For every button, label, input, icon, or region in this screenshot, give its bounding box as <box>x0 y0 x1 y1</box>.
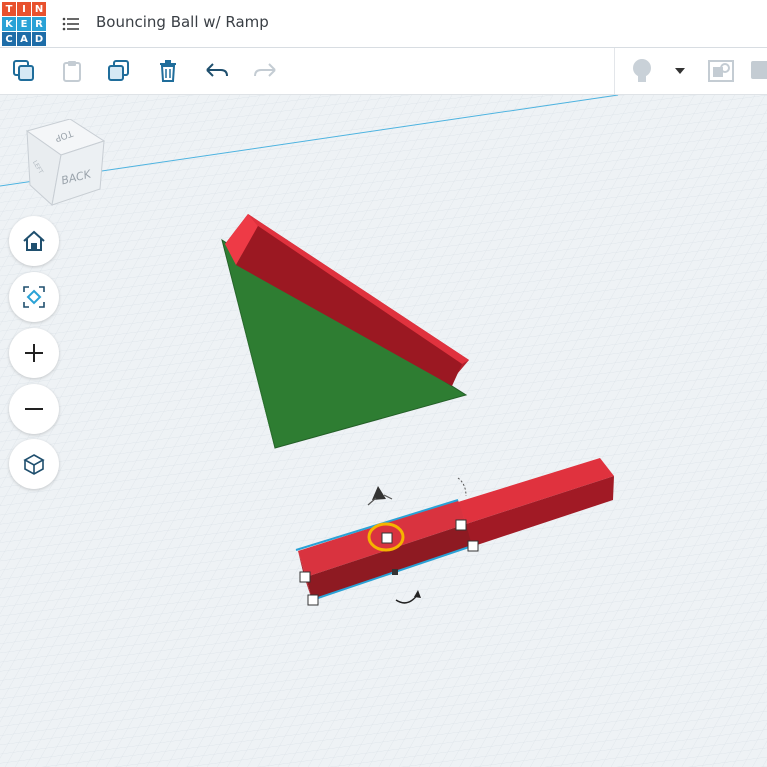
design-title[interactable]: Bouncing Ball w/ Ramp <box>96 13 269 31</box>
resize-handle[interactable] <box>455 519 467 531</box>
delete-button[interactable] <box>151 54 185 88</box>
logo-letter: N <box>32 2 46 16</box>
tinkercad-logo[interactable]: T I N K E R C A D <box>2 2 46 46</box>
midpoint-handle[interactable] <box>392 569 398 575</box>
logo-letter: I <box>17 2 31 16</box>
logo-letter: K <box>2 17 16 31</box>
view-cube[interactable]: TOP BACK LEFT <box>22 119 108 209</box>
workplane-grid <box>0 95 767 767</box>
copy-icon <box>13 60 34 81</box>
light-bulb-icon <box>633 59 651 82</box>
note-icon <box>751 61 767 79</box>
perspective-toggle-button[interactable] <box>9 439 59 489</box>
resize-handle[interactable] <box>299 571 311 583</box>
home-icon <box>23 230 45 251</box>
zoom-in-button[interactable] <box>9 328 59 378</box>
redo-icon <box>254 63 276 77</box>
view-toggle-icon <box>708 60 734 82</box>
zoom-out-button[interactable] <box>9 384 59 434</box>
duplicate-button[interactable] <box>102 54 136 88</box>
perspective-icon <box>23 454 45 475</box>
undo-icon <box>206 63 228 77</box>
notes-button[interactable] <box>748 54 767 88</box>
paste-button[interactable] <box>55 54 89 88</box>
light-bulb-button[interactable] <box>625 54 659 88</box>
redo-button[interactable] <box>248 54 282 88</box>
list-menu-icon[interactable] <box>62 16 80 32</box>
copy-button[interactable] <box>7 54 41 88</box>
delete-icon <box>160 60 176 82</box>
logo-letter: T <box>2 2 16 16</box>
dropdown-icon <box>675 68 685 74</box>
fit-view-icon <box>23 286 45 308</box>
logo-letter: D <box>32 32 46 46</box>
duplicate-icon <box>108 60 129 81</box>
zoom-in-icon <box>25 344 43 362</box>
edit-toolbar <box>0 48 767 95</box>
resize-handle[interactable] <box>307 594 319 606</box>
toolbar-divider <box>614 48 615 94</box>
zoom-out-icon <box>25 408 43 410</box>
workplane[interactable]: TOP BACK LEFT <box>0 95 767 767</box>
logo-letter: A <box>17 32 31 46</box>
home-view-button[interactable] <box>9 216 59 266</box>
logo-letter: C <box>2 32 16 46</box>
undo-button[interactable] <box>200 54 234 88</box>
logo-letter: E <box>17 17 31 31</box>
workplane-canvas[interactable] <box>0 95 767 767</box>
paste-icon <box>63 61 81 82</box>
height-handle[interactable] <box>381 532 393 544</box>
logo-letter: R <box>32 17 46 31</box>
resize-handle[interactable] <box>467 540 479 552</box>
fit-view-button[interactable] <box>9 272 59 322</box>
lighting-dropdown[interactable] <box>664 54 696 88</box>
view-toggle-button[interactable] <box>704 54 738 88</box>
app-header: T I N K E R C A D Bouncing Ball w/ Ramp <box>0 0 767 48</box>
